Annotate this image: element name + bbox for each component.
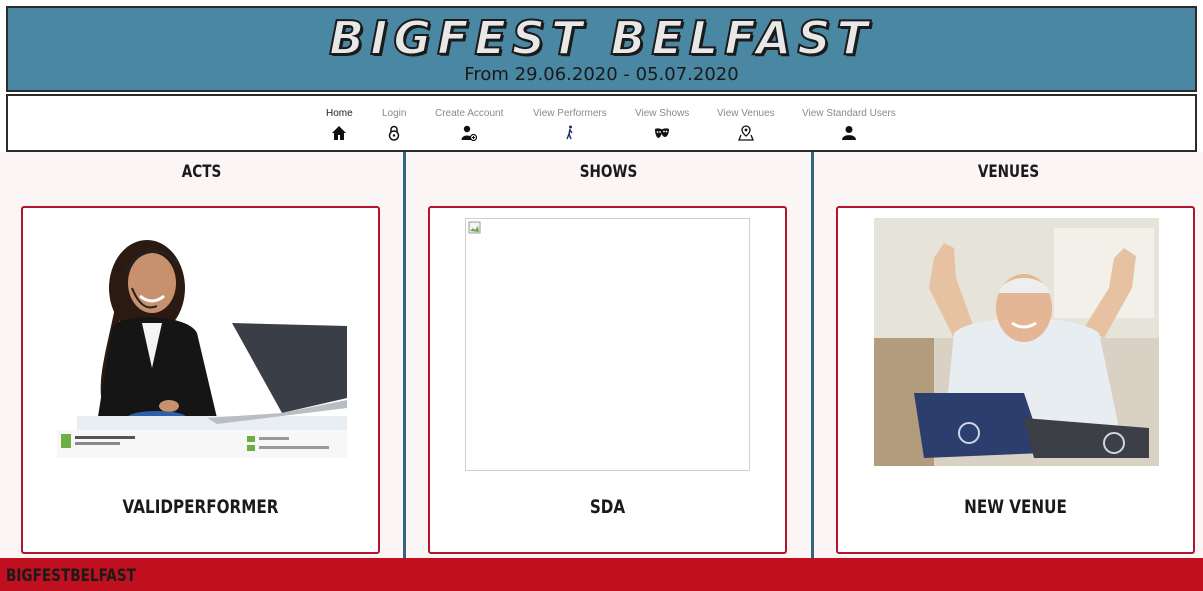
nav-view-venues[interactable]: View Venues [717,108,775,141]
site-title: BIGFEST BELFAST [328,11,874,65]
shows-title: SHOWS [579,162,638,182]
nav-view-shows-label: View Shows [635,108,690,119]
venue-photo [874,218,1159,466]
lock-icon [388,125,400,141]
main-nav: Home Login Create Account View Performer… [6,94,1197,152]
nav-create-account[interactable]: Create Account [435,108,503,141]
site-footer: BIGFESTBELFAST [0,558,1203,591]
nav-view-standard-users[interactable]: View Standard Users [802,108,896,141]
nav-home-label: Home [326,108,353,119]
nav-login[interactable]: Login [382,108,406,141]
user-icon [841,126,856,140]
house-icon [332,126,347,140]
performer-card[interactable]: VALIDPERFORMER [21,206,380,554]
nav-home[interactable]: Home [326,108,353,141]
venues-title: VENUES [977,162,1040,182]
footer-brand: BIGFESTBELFAST [6,566,136,586]
festival-dates: From 29.06.2020 - 05.07.2020 [464,64,739,85]
performer-photo [57,218,347,458]
nav-view-performers-label: View Performers [533,108,607,119]
add-user-icon [461,125,478,141]
theatre-masks-icon [655,128,670,138]
performer-icon [566,125,573,140]
nav-view-venues-label: View Venues [717,108,775,119]
broken-image-icon [465,218,750,471]
venue-name: NEW VENUE [964,496,1067,518]
map-marker-icon [737,125,754,141]
nav-view-standard-users-label: View Standard Users [802,108,896,119]
nav-view-performers[interactable]: View Performers [533,108,607,141]
nav-view-shows[interactable]: View Shows [635,108,689,141]
site-header: BIGFEST BELFAST From 29.06.2020 - 05.07.… [6,6,1197,92]
performer-name: VALIDPERFORMER [122,496,279,518]
nav-login-label: Login [382,108,407,119]
acts-title: ACTS [181,162,222,182]
show-name: SDA [589,496,626,518]
venue-card[interactable]: NEW VENUE [836,206,1195,554]
nav-create-account-label: Create Account [435,108,504,119]
show-card[interactable]: SDA [428,206,787,554]
